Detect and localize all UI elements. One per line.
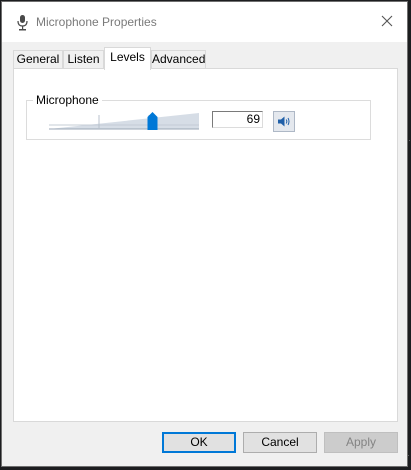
close-icon (381, 15, 393, 27)
microphone-label: Microphone (33, 93, 102, 107)
cancel-button[interactable]: Cancel (243, 432, 317, 453)
mute-button[interactable] (273, 111, 295, 132)
properties-dialog: Microphone Properties General Listen Lev… (1, 1, 408, 467)
level-value: 69 (246, 112, 260, 126)
window-title: Microphone Properties (36, 15, 157, 29)
title-bar: Microphone Properties (2, 2, 407, 42)
tab-listen[interactable]: Listen (63, 50, 104, 69)
tab-levels[interactable]: Levels (104, 47, 151, 70)
microphone-level-slider[interactable] (49, 111, 201, 131)
speaker-icon (278, 116, 290, 127)
apply-button[interactable]: Apply (324, 432, 398, 453)
ok-button[interactable]: OK (162, 432, 236, 453)
tab-general[interactable]: General (13, 50, 63, 69)
tab-advanced[interactable]: Advanced (151, 50, 206, 69)
microphone-icon (16, 14, 30, 32)
close-button[interactable] (367, 2, 407, 42)
levels-panel: Microphone 69 (13, 68, 398, 422)
slider-thumb[interactable] (147, 112, 158, 130)
level-value-field[interactable]: 69 (212, 111, 263, 128)
